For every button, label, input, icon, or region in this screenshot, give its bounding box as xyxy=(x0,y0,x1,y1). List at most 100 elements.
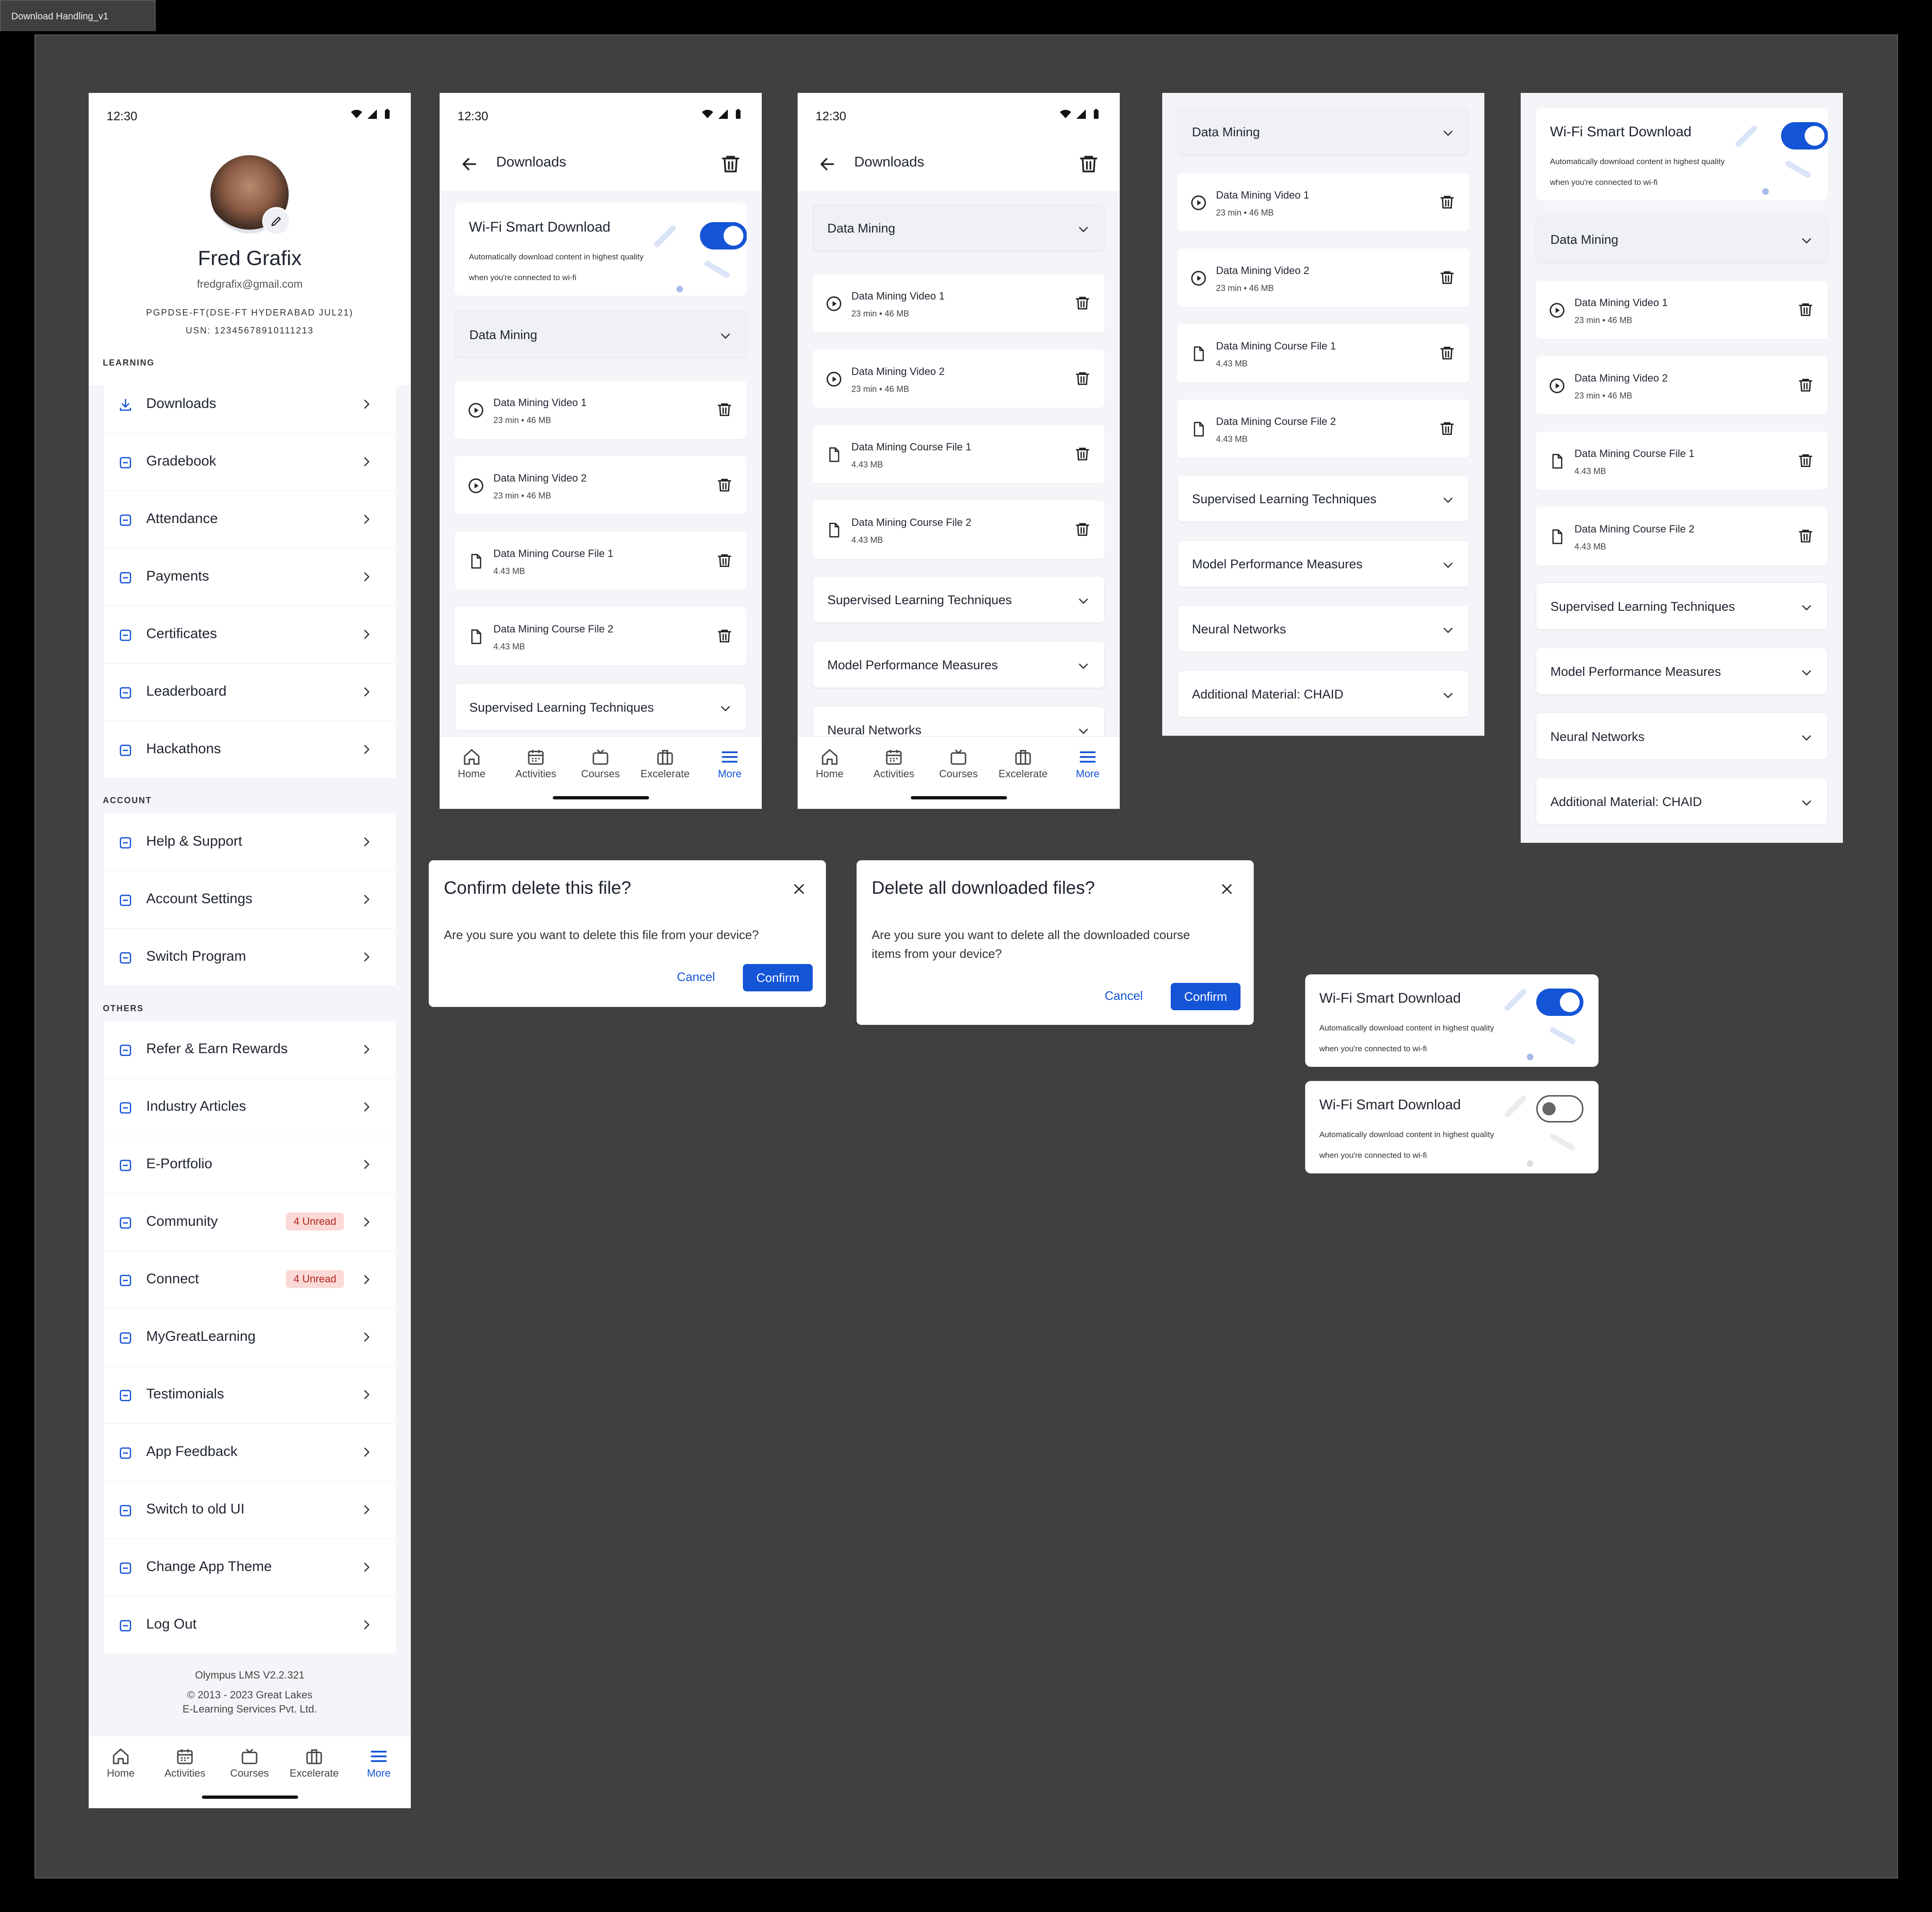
cancel-button[interactable]: Cancel xyxy=(677,970,715,984)
trash-icon[interactable] xyxy=(1074,370,1091,386)
trash-icon[interactable] xyxy=(716,628,733,644)
trash-icon[interactable] xyxy=(1439,194,1455,210)
delete-all-icon[interactable] xyxy=(720,153,741,174)
section-supervised-learning[interactable]: Supervised Learning Techniques xyxy=(455,683,747,731)
nav-home[interactable]: Home xyxy=(92,1746,149,1779)
menu-item-testimonials[interactable]: Testimonials xyxy=(104,1366,396,1424)
menu-item-community[interactable]: Community 4 Unread xyxy=(104,1194,396,1251)
nav-activities[interactable]: Activities xyxy=(866,746,922,780)
download-item[interactable]: Data Mining Course File 2 4.43 MB xyxy=(1177,399,1469,458)
nav-activities[interactable]: Activities xyxy=(508,746,564,780)
trash-icon[interactable] xyxy=(1798,377,1814,393)
section-supervised-learning[interactable]: Supervised Learning Techniques xyxy=(1536,582,1828,630)
nav-home[interactable]: Home xyxy=(801,746,858,780)
wifi-toggle[interactable] xyxy=(700,222,747,249)
trash-icon[interactable] xyxy=(1798,528,1814,544)
download-item[interactable]: Data Mining Course File 2 4.43 MB xyxy=(1536,507,1828,565)
back-arrow-icon[interactable] xyxy=(818,155,836,173)
section-data-mining[interactable]: Data Mining xyxy=(455,311,747,358)
section-supervised-learning[interactable]: Supervised Learning Techniques xyxy=(1177,475,1469,522)
section-supervised-learning[interactable]: Supervised Learning Techniques xyxy=(813,576,1105,623)
menu-item-certificates[interactable]: Certificates xyxy=(104,606,396,664)
nav-courses[interactable]: Courses xyxy=(930,746,987,780)
menu-item-e-portfolio[interactable]: E-Portfolio xyxy=(104,1136,396,1194)
section-data-mining[interactable]: Data Mining xyxy=(1177,108,1469,155)
wifi-toggle-off[interactable] xyxy=(1536,1095,1583,1122)
download-item[interactable]: Data Mining Video 2 23 min • 46 MB xyxy=(1177,249,1469,307)
confirm-button[interactable]: Confirm xyxy=(1171,983,1241,1010)
nav-courses[interactable]: Courses xyxy=(221,1746,278,1779)
edit-avatar-button[interactable] xyxy=(262,207,291,235)
menu-item-help-support[interactable]: Help & Support xyxy=(104,814,396,871)
download-item[interactable]: Data Mining Course File 2 4.43 MB xyxy=(813,500,1105,559)
section-neural-networks[interactable]: Neural Networks xyxy=(1536,713,1828,760)
download-item[interactable]: Data Mining Course File 1 4.43 MB xyxy=(1177,324,1469,382)
nav-more[interactable]: More xyxy=(701,746,758,780)
cancel-button[interactable]: Cancel xyxy=(1105,989,1143,1003)
section-data-mining[interactable]: Data Mining xyxy=(1536,216,1828,263)
menu-item-gradebook[interactable]: Gradebook xyxy=(104,433,396,491)
menu-item-app-feedback[interactable]: App Feedback xyxy=(104,1424,396,1481)
trash-icon[interactable] xyxy=(1798,301,1814,317)
download-item[interactable]: Data Mining Course File 1 4.43 MB xyxy=(813,425,1105,483)
nav-courses[interactable]: Courses xyxy=(572,746,629,780)
download-item[interactable]: Data Mining Video 1 23 min • 46 MB xyxy=(813,274,1105,333)
wifi-toggle-on[interactable] xyxy=(1536,989,1583,1016)
delete-all-icon[interactable] xyxy=(1078,153,1099,174)
nav-excelerate[interactable]: Excelerate xyxy=(286,1746,342,1779)
trash-icon[interactable] xyxy=(1074,521,1091,537)
nav-excelerate[interactable]: Excelerate xyxy=(637,746,693,780)
briefcase-icon xyxy=(305,1747,324,1766)
trash-icon[interactable] xyxy=(1798,452,1814,468)
nav-activities[interactable]: Activities xyxy=(157,1746,213,1779)
menu-item-mygreatlearning[interactable]: MyGreatLearning xyxy=(104,1309,396,1366)
download-item[interactable]: Data Mining Course File 1 4.43 MB xyxy=(455,532,747,590)
menu-item-downloads[interactable]: Downloads xyxy=(104,376,396,433)
menu-item-connect[interactable]: Connect 4 Unread xyxy=(104,1251,396,1309)
section-neural-networks[interactable]: Neural Networks xyxy=(1177,605,1469,652)
download-item[interactable]: Data Mining Video 1 23 min • 46 MB xyxy=(1536,281,1828,339)
section-additional-material[interactable]: Additional Material: CHAID xyxy=(1177,670,1469,717)
trash-icon[interactable] xyxy=(1439,269,1455,285)
trash-icon[interactable] xyxy=(1439,420,1455,436)
download-item[interactable]: Data Mining Video 2 23 min • 46 MB xyxy=(813,349,1105,408)
menu-item-account-settings[interactable]: Account Settings xyxy=(104,871,396,929)
menu-item-refer-earn[interactable]: Refer & Earn Rewards xyxy=(104,1021,396,1079)
download-item[interactable]: Data Mining Course File 1 4.43 MB xyxy=(1536,432,1828,490)
download-item[interactable]: Data Mining Video 1 23 min • 46 MB xyxy=(1177,173,1469,232)
trash-icon[interactable] xyxy=(1074,295,1091,311)
section-model-performance[interactable]: Model Performance Measures xyxy=(813,641,1105,688)
download-item[interactable]: Data Mining Video 2 23 min • 46 MB xyxy=(455,456,747,515)
download-item[interactable]: Data Mining Video 1 23 min • 46 MB xyxy=(455,381,747,439)
menu-item-attendance[interactable]: Attendance xyxy=(104,491,396,549)
trash-icon[interactable] xyxy=(716,552,733,568)
section-model-performance[interactable]: Model Performance Measures xyxy=(1177,540,1469,587)
trash-icon[interactable] xyxy=(716,477,733,493)
wifi-title: Wi-Fi Smart Download xyxy=(1319,1097,1461,1113)
wifi-toggle[interactable] xyxy=(1781,122,1828,150)
confirm-button[interactable]: Confirm xyxy=(743,964,813,991)
close-icon[interactable] xyxy=(792,882,806,896)
close-icon[interactable] xyxy=(1220,882,1234,896)
menu-item-leaderboard[interactable]: Leaderboard xyxy=(104,664,396,721)
nav-more[interactable]: More xyxy=(350,1746,407,1779)
download-item[interactable]: Data Mining Video 2 23 min • 46 MB xyxy=(1536,356,1828,415)
section-data-mining[interactable]: Data Mining xyxy=(813,204,1105,251)
menu-item-industry-articles[interactable]: Industry Articles xyxy=(104,1079,396,1136)
back-arrow-icon[interactable] xyxy=(460,155,478,173)
menu-item-switch-old-ui[interactable]: Switch to old UI xyxy=(104,1481,396,1539)
trash-icon[interactable] xyxy=(1439,345,1455,361)
trash-icon[interactable] xyxy=(1074,446,1091,462)
menu-item-log-out[interactable]: Log Out xyxy=(104,1596,396,1654)
section-additional-material[interactable]: Additional Material: CHAID xyxy=(1536,778,1828,825)
menu-item-payments[interactable]: Payments xyxy=(104,549,396,606)
menu-item-switch-program[interactable]: Switch Program xyxy=(104,929,396,986)
menu-item-change-theme[interactable]: Change App Theme xyxy=(104,1539,396,1596)
trash-icon[interactable] xyxy=(716,401,733,417)
section-model-performance[interactable]: Model Performance Measures xyxy=(1536,648,1828,695)
nav-excelerate[interactable]: Excelerate xyxy=(995,746,1051,780)
menu-item-hackathons[interactable]: Hackathons xyxy=(104,721,396,779)
download-item[interactable]: Data Mining Course File 2 4.43 MB xyxy=(455,607,747,665)
nav-home[interactable]: Home xyxy=(443,746,500,780)
nav-more[interactable]: More xyxy=(1059,746,1116,780)
